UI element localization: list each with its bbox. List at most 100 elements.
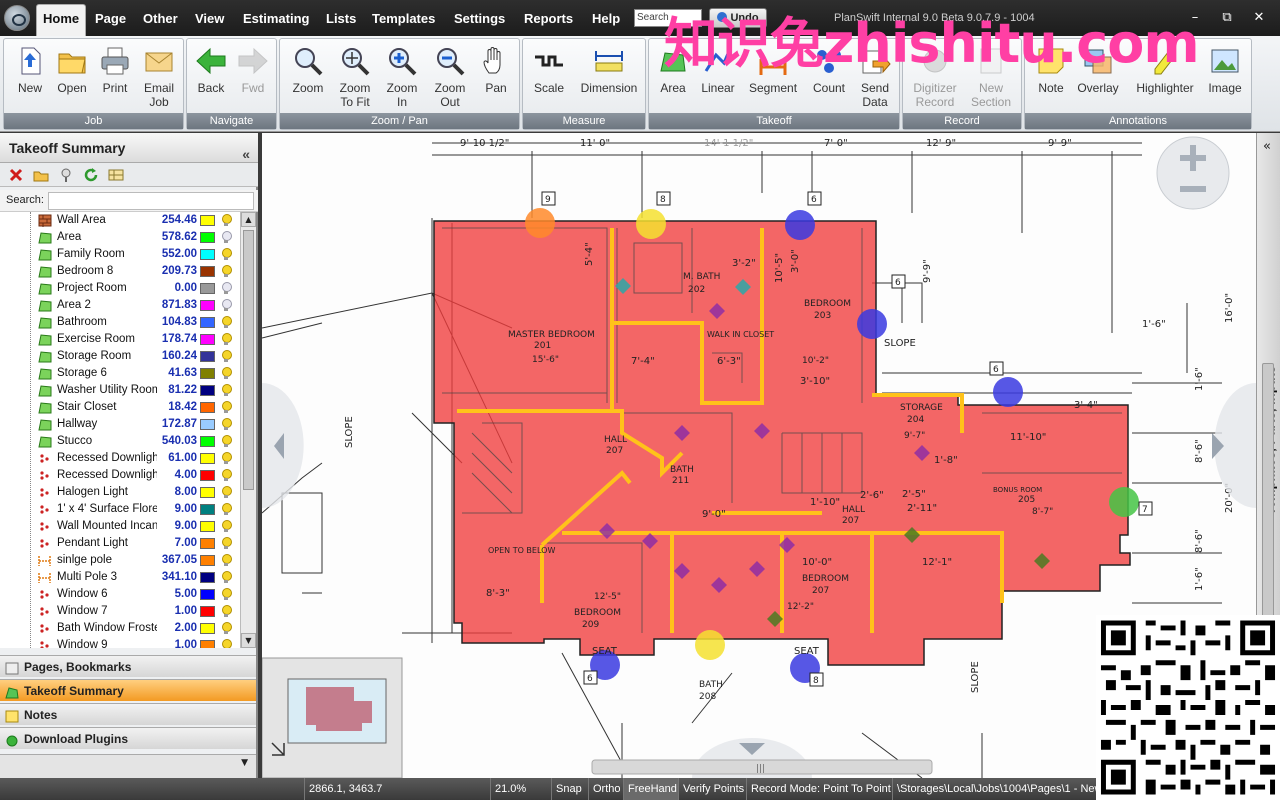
visibility-bulb-icon[interactable]: [221, 333, 232, 346]
color-swatch[interactable]: [200, 623, 215, 634]
delete-icon[interactable]: [8, 167, 24, 183]
menu-estimating[interactable]: Estimating: [237, 8, 315, 30]
takeoff-item-row[interactable]: Washer Utility Room 81.22: [0, 382, 240, 399]
tab-download-plugins[interactable]: Download Plugins: [0, 727, 256, 749]
expand-panel-icon[interactable]: «: [1263, 139, 1271, 154]
color-swatch[interactable]: [200, 334, 215, 345]
open-button[interactable]: Open: [48, 43, 96, 113]
minimap[interactable]: [262, 657, 403, 778]
menu-page[interactable]: Page: [89, 8, 132, 30]
dimension-button[interactable]: Dimension: [577, 43, 641, 113]
takeoff-item-row[interactable]: Family Room 552.00: [0, 246, 240, 263]
takeoff-item-row[interactable]: Recessed Downlight 61.00: [0, 450, 240, 467]
restore-button[interactable]: ⧉: [1212, 8, 1242, 28]
refresh-icon[interactable]: [83, 167, 99, 183]
visibility-bulb-icon[interactable]: [221, 231, 232, 244]
takeoff-item-row[interactable]: Area 578.62: [0, 229, 240, 246]
takeoff-item-row[interactable]: sinlge pole 367.05: [0, 552, 240, 569]
back-button[interactable]: Back: [187, 43, 235, 113]
visibility-bulb-icon[interactable]: [221, 605, 232, 618]
color-swatch[interactable]: [200, 249, 215, 260]
scroll-up-arrow-icon[interactable]: ▲: [241, 212, 256, 227]
verify-points-toggle[interactable]: Verify Points: [678, 778, 746, 800]
color-swatch[interactable]: [200, 606, 215, 617]
print-button[interactable]: Print: [91, 43, 139, 113]
visibility-bulb-icon[interactable]: [221, 503, 232, 516]
color-swatch[interactable]: [200, 419, 215, 430]
scale-button[interactable]: Scale: [525, 43, 573, 113]
close-button[interactable]: ✕: [1244, 8, 1274, 28]
panel-search-input[interactable]: [48, 192, 254, 210]
menu-view[interactable]: View: [189, 8, 230, 30]
freehand-toggle[interactable]: FreeHand: [623, 778, 678, 800]
ortho-toggle[interactable]: Ortho: [588, 778, 623, 800]
color-swatch[interactable]: [200, 538, 215, 549]
visibility-bulb-icon[interactable]: [221, 214, 232, 227]
menu-other[interactable]: Other: [137, 8, 184, 30]
scroll-thumb[interactable]: [243, 230, 254, 490]
record-mode[interactable]: Record Mode: Point To Point: [746, 778, 892, 800]
visibility-bulb-icon[interactable]: [221, 520, 232, 533]
visibility-bulb-icon[interactable]: [221, 316, 232, 329]
takeoff-item-row[interactable]: Bath Window Frosted 2.00: [0, 620, 240, 637]
color-swatch[interactable]: [200, 470, 215, 481]
color-swatch[interactable]: [200, 572, 215, 583]
menu-help[interactable]: Help: [586, 8, 626, 30]
properties-icon[interactable]: [58, 167, 74, 183]
takeoff-item-row[interactable]: 1' x 4' Surface Flores... 9.00: [0, 501, 240, 518]
takeoff-item-row[interactable]: Wall Area 254.46: [0, 212, 240, 229]
visibility-bulb-icon[interactable]: [221, 265, 232, 278]
visibility-bulb-icon[interactable]: [221, 350, 232, 363]
takeoff-item-row[interactable]: Stair Closet 18.42: [0, 399, 240, 416]
menu-reports[interactable]: Reports: [518, 8, 579, 30]
takeoff-item-row[interactable]: Pendant Light 7.00: [0, 535, 240, 552]
menu-settings[interactable]: Settings: [448, 8, 511, 30]
scroll-down-arrow-icon[interactable]: ▼: [241, 633, 256, 648]
zoom-widget[interactable]: [1156, 136, 1230, 210]
image-button[interactable]: Image: [1201, 43, 1249, 113]
app-menu-orb-icon[interactable]: [4, 5, 30, 31]
visibility-bulb-icon[interactable]: [221, 554, 232, 567]
color-swatch[interactable]: [200, 351, 215, 362]
visibility-bulb-icon[interactable]: [221, 588, 232, 601]
visibility-bulb-icon[interactable]: [221, 282, 232, 295]
visibility-bulb-icon[interactable]: [221, 469, 232, 482]
takeoff-item-row[interactable]: Exercise Room 178.74: [0, 331, 240, 348]
visibility-bulb-icon[interactable]: [221, 401, 232, 414]
visibility-bulb-icon[interactable]: [221, 299, 232, 312]
color-swatch[interactable]: [200, 436, 215, 447]
visibility-bulb-icon[interactable]: [221, 418, 232, 431]
color-swatch[interactable]: [200, 555, 215, 566]
visibility-bulb-icon[interactable]: [221, 452, 232, 465]
color-swatch[interactable]: [200, 317, 215, 328]
visibility-bulb-icon[interactable]: [221, 384, 232, 397]
color-swatch[interactable]: [200, 283, 215, 294]
color-swatch[interactable]: [200, 521, 215, 532]
visibility-bulb-icon[interactable]: [221, 639, 232, 648]
zoom-out-button[interactable]: Zoom Out: [426, 43, 474, 113]
takeoff-item-row[interactable]: Bathroom 104.83: [0, 314, 240, 331]
visibility-bulb-icon[interactable]: [221, 435, 232, 448]
visibility-bulb-icon[interactable]: [221, 622, 232, 635]
zoom-to-fit-button[interactable]: Zoom To Fit: [331, 43, 379, 113]
takeoff-item-row[interactable]: Storage 6 41.63: [0, 365, 240, 382]
new-folder-icon[interactable]: [33, 167, 49, 183]
color-swatch[interactable]: [200, 215, 215, 226]
takeoff-item-row[interactable]: Window 9 1.00: [0, 637, 240, 648]
color-swatch[interactable]: [200, 266, 215, 277]
takeoff-item-row[interactable]: Recessed Downlight ... 4.00: [0, 467, 240, 484]
takeoff-item-row[interactable]: Hallway 172.87: [0, 416, 240, 433]
takeoff-item-row[interactable]: Window 7 1.00: [0, 603, 240, 620]
color-swatch[interactable]: [200, 504, 215, 515]
color-swatch[interactable]: [200, 368, 215, 379]
email-job-button[interactable]: Email Job: [135, 43, 183, 113]
color-swatch[interactable]: [200, 640, 215, 648]
visibility-bulb-icon[interactable]: [221, 367, 232, 380]
tree-scrollbar[interactable]: ▲ ▼: [240, 212, 256, 648]
color-swatch[interactable]: [200, 402, 215, 413]
visibility-bulb-icon[interactable]: [221, 486, 232, 499]
tab-takeoff-summary[interactable]: Takeoff Summary: [0, 679, 256, 701]
menu-templates[interactable]: Templates: [366, 8, 441, 30]
color-swatch[interactable]: [200, 453, 215, 464]
color-swatch[interactable]: [200, 300, 215, 311]
